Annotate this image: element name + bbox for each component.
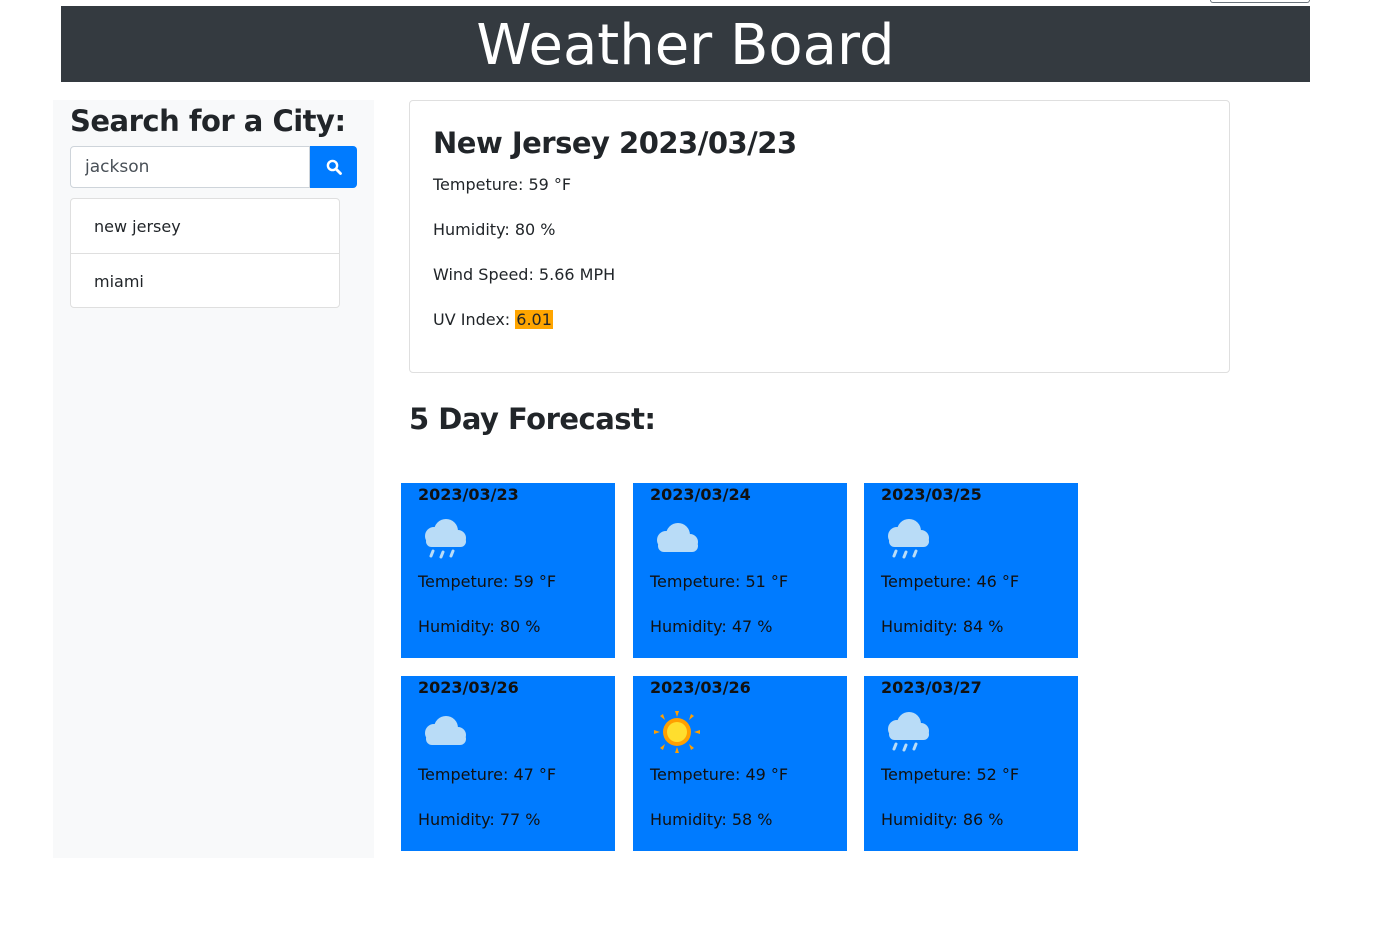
current-city-date: New Jersey 2023/03/23: [433, 126, 797, 160]
app-title: Weather Board: [476, 13, 895, 78]
top-edge-button-fragment: [1210, 0, 1310, 3]
city-search-input[interactable]: [70, 146, 310, 188]
forecast-card: 2023/03/27 Tempeture: 52 °F Humidity: 86…: [864, 676, 1078, 851]
forecast-humidity: Humidity: 58 %: [650, 810, 773, 829]
app-header: Weather Board: [61, 6, 1310, 82]
search-heading: Search for a City:: [70, 104, 346, 138]
forecast-card: 2023/03/25 Tempeture: 46 °F Humidity: 84…: [864, 483, 1078, 658]
forecast-humidity: Humidity: 84 %: [881, 617, 1004, 636]
forecast-humidity: Humidity: 47 %: [650, 617, 773, 636]
forecast-humidity: Humidity: 77 %: [418, 810, 541, 829]
forecast-card: 2023/03/23 Tempeture: 59 °F Humidity: 80…: [401, 483, 615, 658]
forecast-humidity: Humidity: 86 %: [881, 810, 1004, 829]
forecast-date: 2023/03/25: [881, 485, 982, 504]
cloud-icon: [657, 523, 698, 552]
search-sidebar: Search for a City: new jersey miami: [53, 100, 374, 858]
search-button[interactable]: [310, 146, 357, 188]
current-humidity: Humidity: 80 %: [433, 220, 556, 239]
rain-cloud-icon: [888, 712, 929, 752]
search-icon: [326, 159, 342, 175]
forecast-temperature: Tempeture: 47 °F: [418, 765, 557, 784]
history-item-new-jersey[interactable]: new jersey: [71, 199, 339, 253]
uv-index-badge: 6.01: [515, 310, 553, 329]
forecast-date: 2023/03/27: [881, 678, 982, 697]
current-temperature: Tempeture: 59 °F: [433, 175, 572, 194]
rain-cloud-icon: [425, 519, 466, 559]
forecast-card: 2023/03/24 Tempeture: 51 °F Humidity: 47…: [633, 483, 847, 658]
cloud-icon: [425, 716, 466, 745]
forecast-heading: 5 Day Forecast:: [409, 402, 656, 436]
forecast-temperature: Tempeture: 59 °F: [418, 572, 557, 591]
forecast-temperature: Tempeture: 49 °F: [650, 765, 789, 784]
forecast-temperature: Tempeture: 52 °F: [881, 765, 1020, 784]
forecast-date: 2023/03/26: [418, 678, 519, 697]
history-item-miami[interactable]: miami: [71, 253, 339, 307]
rain-cloud-icon: [888, 519, 929, 559]
forecast-card: 2023/03/26 Tempeture: 47 °F Humidity: 77…: [401, 676, 615, 851]
forecast-card: 2023/03/26 Tempeture: 49 °F Humidity: 58…: [633, 676, 847, 851]
forecast-date: 2023/03/23: [418, 485, 519, 504]
forecast-date: 2023/03/24: [650, 485, 751, 504]
sun-icon: [654, 711, 700, 753]
forecast-humidity: Humidity: 80 %: [418, 617, 541, 636]
current-weather-card: New Jersey 2023/03/23 Tempeture: 59 °F H…: [409, 100, 1230, 373]
forecast-temperature: Tempeture: 51 °F: [650, 572, 789, 591]
current-uv-index: UV Index: 6.01: [433, 309, 553, 331]
search-history-list: new jersey miami: [70, 198, 340, 308]
forecast-temperature: Tempeture: 46 °F: [881, 572, 1020, 591]
current-wind-speed: Wind Speed: 5.66 MPH: [433, 265, 616, 284]
uv-index-label: UV Index:: [433, 310, 516, 329]
forecast-date: 2023/03/26: [650, 678, 751, 697]
